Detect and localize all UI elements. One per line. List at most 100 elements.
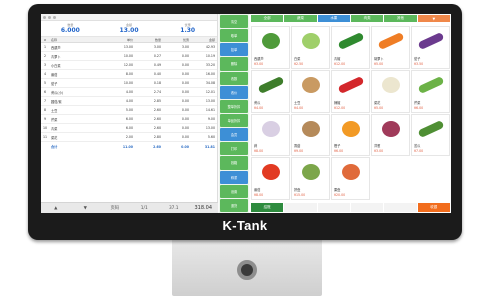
category-tab[interactable]: 肉类 xyxy=(350,15,384,22)
product-image xyxy=(295,29,326,53)
table-row[interactable]: 9 芹菜 6.00 2.60 0.00 9.00 xyxy=(41,115,217,124)
category-tab[interactable]: 其他 xyxy=(384,15,417,22)
function-button[interactable]: 设置 xyxy=(220,184,248,198)
function-button[interactable]: 取单 xyxy=(220,29,248,43)
vegetable-icon xyxy=(381,120,400,137)
function-button[interactable]: 打印 xyxy=(220,142,248,156)
product-tile[interactable]: 土豆 ¥4.00 xyxy=(291,69,330,113)
category-tab[interactable]: 蔬菜 xyxy=(284,15,317,22)
table-cell: 13.00 xyxy=(205,126,215,130)
table-cell: 0.49 xyxy=(153,63,161,67)
product-tile[interactable]: 苦瓜 ¥7.00 xyxy=(411,113,450,157)
vegetable-icon xyxy=(417,119,444,138)
function-button[interactable]: 删除 xyxy=(220,57,248,71)
product-tile[interactable]: 菜花 ¥5.00 xyxy=(371,69,410,113)
table-cell: 1 xyxy=(43,45,47,49)
product-image xyxy=(295,160,326,184)
window-dot-icon[interactable] xyxy=(53,15,56,19)
product-tile[interactable]: 白菜 ¥2.50 xyxy=(291,26,330,69)
function-button[interactable]: 会员 xyxy=(220,128,248,142)
product-name: 辣椒 xyxy=(334,100,341,105)
category-tabs: 全部 蔬菜 水果 肉类 其他 ▼ xyxy=(250,14,451,23)
vegetable-icon xyxy=(417,31,444,51)
product-tile[interactable]: 芹菜 ¥6.00 xyxy=(411,69,450,113)
product-tile[interactable]: 西葫芦 ¥3.00 xyxy=(251,26,290,69)
window-titlebar xyxy=(41,14,217,21)
table-row[interactable]: 4 番茄 8.00 0.40 0.00 16.00 xyxy=(41,70,217,79)
table-row[interactable]: 10 青菜 6.00 2.60 0.00 13.00 xyxy=(41,124,217,133)
table-cell: 13.00 xyxy=(123,45,133,49)
vegetable-icon xyxy=(337,31,364,51)
product-price: ¥7.00 xyxy=(414,149,424,154)
function-button[interactable]: 改数 xyxy=(220,71,248,85)
product-grid: 西葫芦 ¥3.00 白菜 ¥2.50 青椒 ¥12.00 胡萝卜 ¥5.00 茄子 ¥3.50 黄瓜… xyxy=(250,25,451,201)
table-cell: 0.27 xyxy=(153,54,161,58)
table-cell: 12.01 xyxy=(205,90,215,94)
product-name: 芹菜 xyxy=(414,100,421,105)
page-next-button[interactable]: ▼ xyxy=(71,206,101,211)
product-name: 橙子 xyxy=(334,144,341,149)
function-button[interactable]: 单品折扣 xyxy=(220,113,248,128)
window-dot-icon[interactable] xyxy=(48,15,51,19)
product-price: ¥12.00 xyxy=(334,105,346,110)
vegetable-icon xyxy=(381,76,400,93)
table-row[interactable]: 7 圆茄/紫 4.00 2.85 0.00 13.00 xyxy=(41,97,217,106)
product-tile[interactable]: 胡萝卜 ¥5.00 xyxy=(371,26,410,69)
footer-button[interactable] xyxy=(384,203,417,212)
product-tile[interactable]: 果盘 ¥20.00 xyxy=(331,157,370,200)
product-image xyxy=(375,117,406,141)
function-button[interactable]: 挂单 xyxy=(220,43,248,57)
table-row[interactable]: 8 土豆 5.00 2.60 0.00 14.61 xyxy=(41,106,217,115)
product-image xyxy=(415,73,446,97)
product-tile[interactable]: 洋葱 ¥3.00 xyxy=(371,113,410,157)
product-name: 番茄 xyxy=(254,188,261,192)
category-tab[interactable]: ▼ xyxy=(417,15,450,22)
footer-button[interactable]: 收银 xyxy=(417,203,450,212)
footer-button[interactable] xyxy=(350,203,384,212)
function-button[interactable]: 钱箱 xyxy=(220,156,248,170)
table-row[interactable]: 2 青萝卜 10.00 0.27 0.00 10.19 xyxy=(41,52,217,61)
function-button[interactable]: 清空 xyxy=(220,15,248,29)
footer-button[interactable] xyxy=(317,203,350,212)
function-button[interactable]: 整单折扣 xyxy=(220,99,248,113)
table-row[interactable]: 11 菜花 2.00 2.80 0.00 5.60 xyxy=(41,133,217,142)
window-dot-icon[interactable] xyxy=(43,15,46,19)
table-cell: 2.80 xyxy=(153,135,161,139)
product-tile[interactable]: 青椒 ¥12.00 xyxy=(331,26,370,69)
footer-button[interactable] xyxy=(284,203,317,212)
product-price: ¥5.00 xyxy=(374,61,384,66)
order-summary: 数量 6.000 金额 13.00 优惠 1.30 xyxy=(41,21,217,37)
table-cell: 6 xyxy=(43,90,47,94)
footer-button[interactable]: 结账 xyxy=(251,203,284,212)
product-tile[interactable]: 茄子 ¥3.50 xyxy=(411,26,450,69)
product-tile[interactable]: 蒜 ¥8.00 xyxy=(251,113,290,157)
function-button[interactable]: 退货 xyxy=(220,198,248,212)
category-tab[interactable]: 水果 xyxy=(317,15,350,22)
page-prev-button[interactable]: ▲ xyxy=(41,206,71,211)
product-tile[interactable]: 番茄 ¥8.00 xyxy=(251,157,290,200)
product-price: ¥6.00 xyxy=(334,149,344,154)
product-tile[interactable]: 黄瓜 ¥4.00 xyxy=(251,69,290,113)
category-tab[interactable]: 全部 xyxy=(251,15,284,22)
product-price: ¥2.50 xyxy=(294,61,304,66)
table-row[interactable]: 5 茄子 10.00 0.18 0.00 34.08 xyxy=(41,79,217,88)
table-row[interactable]: 3 小白菜 12.00 0.49 0.00 33.20 xyxy=(41,61,217,70)
table-cell: 茄子 xyxy=(51,81,58,86)
product-price: ¥3.50 xyxy=(414,61,424,66)
table-cell: 2.60 xyxy=(153,144,161,149)
action-footer: 结账 收银 xyxy=(250,202,451,213)
product-tile[interactable]: 辣椒 ¥12.00 xyxy=(331,69,370,113)
product-tile[interactable]: 拼盘 ¥15.00 xyxy=(291,157,330,200)
function-button[interactable]: 称重 xyxy=(220,170,248,184)
table-cell: 10.00 xyxy=(123,54,133,58)
table-cell: 5.60 xyxy=(207,135,215,139)
product-tile[interactable]: 橙子 ¥6.00 xyxy=(331,113,370,157)
table-row[interactable]: 6 黄瓜(小) 4.00 2.74 0.00 12.01 xyxy=(41,88,217,97)
table-row[interactable]: 1 西葫芦 13.00 3.00 3.00 42.93 xyxy=(41,43,217,52)
product-price: ¥8.00 xyxy=(254,193,264,197)
product-price: ¥5.00 xyxy=(374,105,384,110)
table-cell: 10 xyxy=(42,126,48,130)
table-cell: 7 xyxy=(43,99,47,103)
function-button[interactable]: 改价 xyxy=(220,85,248,99)
product-tile[interactable]: 香菇 ¥9.00 xyxy=(291,113,330,157)
